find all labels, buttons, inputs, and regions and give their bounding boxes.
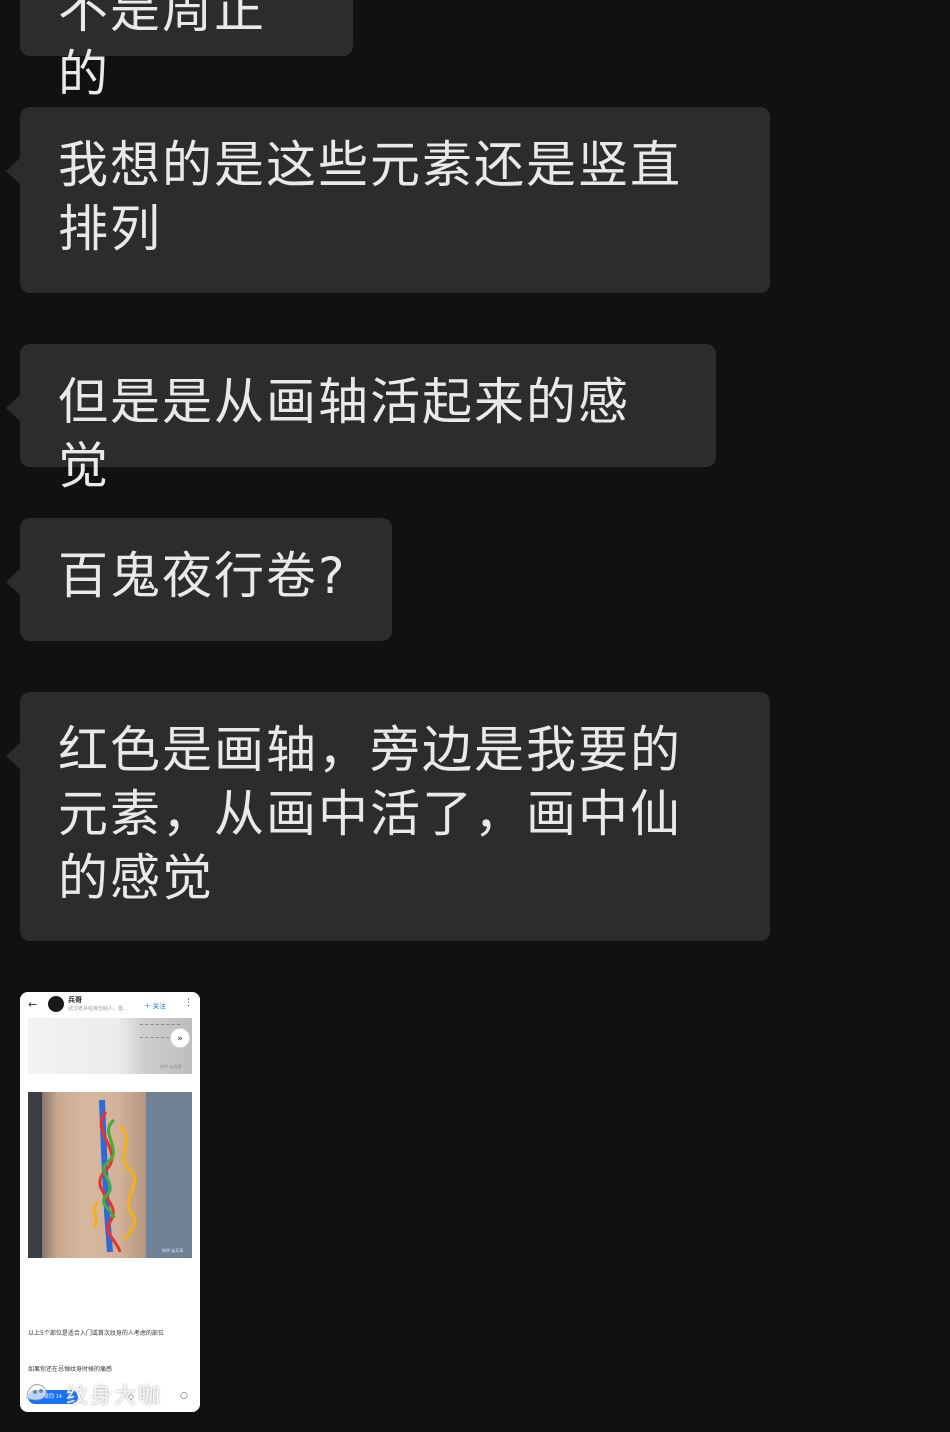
chat-view: 不是周正的 我想的是这些元素还是竖直排列 但是是从画轴活起来的感觉 百鬼夜行卷?… — [0, 0, 950, 1432]
message-bubble[interactable]: 不是周正的 — [20, 0, 353, 103]
author-subtitle: 武汉老兵纹身创始人，首... — [68, 1006, 128, 1012]
message-text: 我想的是这些元素还是竖直排列 — [58, 136, 682, 258]
more-vertical-icon: ⋮ — [184, 998, 193, 1008]
follow-button: ＋ 关注 — [144, 1002, 166, 1010]
author-name: 兵哥 — [68, 996, 82, 1004]
message-text: 但是是从画轴活起来的感觉 — [58, 373, 630, 495]
article-paragraph: 如果你还在忌惮纹身时候的痛感 — [28, 1366, 113, 1373]
message-text: 红色是画轴，旁边是我要的元素，从画中活了，画中仙的感觉 — [58, 721, 682, 907]
message-bubble[interactable]: 我想的是这些元素还是竖直排列 — [6, 107, 770, 293]
message-text: 百鬼夜行卷? — [58, 547, 347, 605]
message-text: 不是周正的 — [58, 0, 266, 103]
message-bubble[interactable]: 红色是画轴，旁边是我要的元素，从画中活了，画中仙的感觉 — [6, 692, 770, 941]
message-bubble[interactable]: 百鬼夜行卷? — [6, 518, 392, 641]
tattoo-leg-image — [28, 1092, 192, 1258]
message-bubble[interactable]: 但是是从画轴活起来的感觉 — [6, 344, 716, 495]
chevron-double-down-icon: » — [170, 1028, 190, 1048]
back-arrow-icon: ← — [28, 998, 38, 1011]
article-paragraph: 以上5个部位是适合入门或首次纹身的人考虑的部位 — [28, 1330, 164, 1337]
watermark-text: 纹身大咖 — [66, 1384, 163, 1409]
image-caption: 知乎 @兵哥 — [160, 1064, 182, 1069]
image-caption: 知乎 @兵哥 — [162, 1248, 184, 1253]
image-message-thumbnail[interactable]: ← 兵哥 武汉老兵纹身创始人，首... ＋ 关注 ⋮ » 知乎 @兵哥 知乎 @… — [20, 992, 200, 1412]
watermark-logo-icon — [26, 1384, 47, 1401]
star-icon: ○ — [180, 1391, 188, 1401]
avatar — [48, 996, 64, 1012]
